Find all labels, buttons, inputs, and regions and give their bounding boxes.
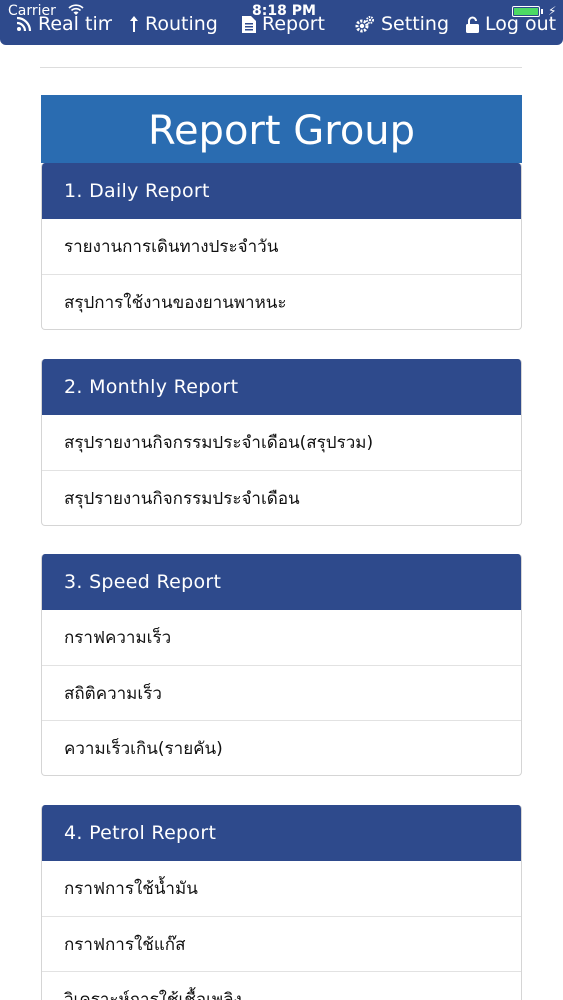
carrier-label: Carrier: [8, 3, 56, 19]
group-header: 1. Daily Report: [42, 163, 521, 219]
report-item[interactable]: วิเคราะห์การใช้เชื้อเพลิง: [42, 971, 521, 1000]
clock-time: 8:18 PM: [252, 3, 316, 19]
report-item[interactable]: กราฟการใช้แก๊ส: [42, 916, 521, 971]
divider: [40, 67, 522, 68]
report-item[interactable]: สรุปรายงานกิจกรรมประจำเดือน(สรุปรวม): [42, 415, 521, 470]
report-group-petrol: 4. Petrol Report กราฟการใช้น้ำมัน กราฟกา…: [41, 805, 522, 1000]
report-group-daily: 1. Daily Report รายงานการเดินทางประจำวัน…: [41, 163, 522, 330]
top-navbar: Real tim Routing Report Setting Log out: [0, 0, 563, 45]
charging-icon: ⚡: [548, 4, 557, 18]
report-item[interactable]: สรุปการใช้งานของยานพาหนะ: [42, 274, 521, 329]
report-group-monthly: 2. Monthly Report สรุปรายงานกิจกรรมประจำ…: [41, 359, 522, 526]
page-title: Report Group: [41, 95, 522, 163]
report-item[interactable]: กราฟความเร็ว: [42, 610, 521, 665]
group-header: 3. Speed Report: [42, 554, 521, 610]
report-item[interactable]: ความเร็วเกิน(รายคัน): [42, 720, 521, 775]
status-bar: Carrier 8:18 PM ⚡: [0, 0, 563, 20]
group-header: 4. Petrol Report: [42, 805, 521, 861]
group-header: 2. Monthly Report: [42, 359, 521, 415]
report-item[interactable]: สถิติความเร็ว: [42, 665, 521, 720]
report-item[interactable]: รายงานการเดินทางประจำวัน: [42, 219, 521, 274]
report-group-speed: 3. Speed Report กราฟความเร็ว สถิติความเร…: [41, 554, 522, 776]
wifi-icon: [68, 4, 84, 15]
battery-tip: [541, 9, 543, 14]
battery-icon: [512, 6, 540, 17]
report-item[interactable]: สรุปรายงานกิจกรรมประจำเดือน: [42, 470, 521, 525]
report-item[interactable]: กราฟการใช้น้ำมัน: [42, 861, 521, 916]
